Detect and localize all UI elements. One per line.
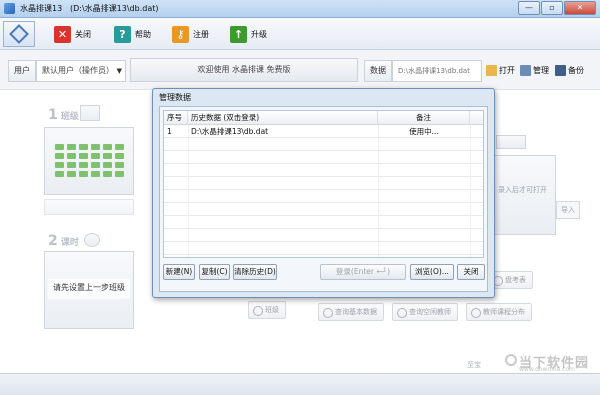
folder-thumb-icon <box>496 135 526 149</box>
toolbar-help-button[interactable]: ? 帮助 <box>114 24 151 44</box>
row-note: 使用中... <box>409 127 439 136</box>
maximize-button[interactable]: ▫ <box>541 1 563 15</box>
class-step-thumbnail[interactable] <box>44 127 134 195</box>
app-logo[interactable] <box>3 21 35 47</box>
table-row <box>164 164 483 177</box>
step-1-heading: 1 班级 <box>48 107 79 123</box>
clock-icon <box>84 233 100 247</box>
step-hint: 请先设置上一步班级 <box>48 279 130 299</box>
user-label: 用户 <box>8 60 36 82</box>
toolbar-close-label: 关闭 <box>75 29 91 39</box>
table-row <box>164 177 483 190</box>
user-data-bar: 用户 默认用户（操作员） ▼ 欢迎使用 水晶排课 免费版 数据 D:\水晶排课1… <box>0 50 600 90</box>
watermark: 当下软件园 www.downxia.com <box>505 352 600 374</box>
chevron-down-icon: ▼ <box>116 67 122 75</box>
copy-button[interactable]: 复制(C) <box>199 264 230 280</box>
column-header-history[interactable]: 历史数据 (双击登录) <box>188 111 378 125</box>
manage-label: 管理 <box>533 65 549 75</box>
user-select[interactable]: 默认用户（操作员） ▼ <box>36 60 126 82</box>
watermark-logo-icon <box>505 354 517 366</box>
dialog-title: 管理数据 <box>159 93 191 102</box>
title-bar: 水晶排课13 (D:\水晶排课13\db.dat) — ▫ ✕ <box>0 0 600 18</box>
table-row <box>164 229 483 242</box>
toolbar-upgrade-button[interactable]: ↑ 升级 <box>230 24 267 44</box>
data-label: 数据 <box>364 60 392 82</box>
close-x-icon: ✕ <box>54 25 71 43</box>
help-question-icon: ? <box>114 25 131 43</box>
window-path: (D:\水晶排课13\db.dat) <box>70 4 159 13</box>
backup-button[interactable]: 备份 <box>555 62 584 78</box>
footer-credit: 至宝 <box>467 361 481 369</box>
table-row <box>164 190 483 203</box>
row-path: D:\水晶排课13\db.dat <box>191 127 269 136</box>
toolbar-close-button[interactable]: ✕ 关闭 <box>54 24 91 44</box>
folder-icon <box>486 64 497 76</box>
clear-history-button[interactable]: 清除历史(D) <box>233 264 277 280</box>
browse-button[interactable]: 浏览(O)... <box>410 264 454 280</box>
table-header: 序号 历史数据 (双击登录) 备注 <box>164 111 483 125</box>
toolbar-upgrade-label: 升级 <box>251 29 267 39</box>
class-schedule-button[interactable]: 班级 <box>248 301 286 319</box>
diamond-logo-icon <box>9 24 29 44</box>
open-button[interactable]: 打开 <box>486 62 515 78</box>
table-row <box>164 242 483 255</box>
import-note: 录入后才可打开 <box>498 186 547 194</box>
schedule-thumbnail[interactable] <box>494 155 556 235</box>
upgrade-arrow-icon: ↑ <box>230 25 247 43</box>
column-divider <box>378 125 379 257</box>
data-path-field[interactable]: D:\水晶排课13\db.dat <box>392 60 482 82</box>
table-row[interactable]: 1 D:\水晶排课13\db.dat 使用中... <box>164 125 483 138</box>
step-1-number: 1 <box>48 107 58 123</box>
column-divider <box>188 125 189 257</box>
table-row <box>164 151 483 164</box>
row-number: 1 <box>167 127 172 136</box>
backup-label: 备份 <box>568 65 584 75</box>
step-2-label: 课时 <box>60 238 79 248</box>
new-button[interactable]: 新建(N) <box>163 264 195 280</box>
query-free-teachers-button[interactable]: 查询空闲教师 <box>392 303 458 321</box>
grid-icon <box>520 64 531 76</box>
history-data-table: 序号 历史数据 (双击登录) 备注 1 D:\水晶排课13\db.dat 使用中… <box>163 110 484 258</box>
dialog-close-button[interactable]: 关闭 <box>457 264 485 280</box>
table-row <box>164 138 483 151</box>
step-2-heading: 2 课时 <box>48 233 79 249</box>
main-toolbar: ✕ 关闭 ? 帮助 ⚷ 注册 ↑ 升级 <box>0 18 600 50</box>
app-icon <box>4 3 15 14</box>
minimize-button[interactable]: — <box>518 1 540 15</box>
watermark-sub: www.downxia.com <box>519 366 575 373</box>
window-controls: — ▫ ✕ <box>517 1 596 15</box>
step-1-label: 班级 <box>60 112 79 122</box>
import-button[interactable]: 导入 <box>556 201 580 219</box>
column-header-number[interactable]: 序号 <box>164 111 188 125</box>
open-label: 打开 <box>499 65 515 75</box>
welcome-banner: 欢迎使用 水晶排课 免费版 <box>130 58 358 82</box>
window-title: 水晶排课13 <box>20 4 63 13</box>
close-window-button[interactable]: ✕ <box>564 1 596 15</box>
toolbar-help-label: 帮助 <box>135 29 151 39</box>
dialog-body: 序号 历史数据 (双击登录) 备注 1 D:\水晶排课13\db.dat 使用中… <box>159 106 488 292</box>
status-bar <box>0 373 600 395</box>
user-select-value: 默认用户（操作员） <box>42 66 114 75</box>
login-button[interactable]: 登录(Enter ←┘) <box>320 264 406 280</box>
manage-data-dialog: 管理数据 序号 历史数据 (双击登录) 备注 1 D:\水晶排课13\db.da… <box>152 88 495 298</box>
class-grid-preview <box>55 144 124 177</box>
step-2-number: 2 <box>48 233 58 249</box>
toolbar-register-button[interactable]: ⚷ 注册 <box>172 24 209 44</box>
column-divider <box>470 125 471 257</box>
class-step-thumbnail-footer <box>44 199 134 215</box>
table-row <box>164 216 483 229</box>
floppy-disk-icon <box>555 64 566 76</box>
table-row <box>164 203 483 216</box>
house-icon <box>80 105 100 121</box>
teacher-course-distribution-button[interactable]: 教师课程分布 <box>466 303 532 321</box>
query-basic-data-button[interactable]: 查询基本数据 <box>318 303 384 321</box>
toolbar-register-label: 注册 <box>193 29 209 39</box>
manage-button[interactable]: 管理 <box>520 62 549 78</box>
key-icon: ⚷ <box>172 25 189 43</box>
column-header-note[interactable]: 备注 <box>378 111 470 125</box>
